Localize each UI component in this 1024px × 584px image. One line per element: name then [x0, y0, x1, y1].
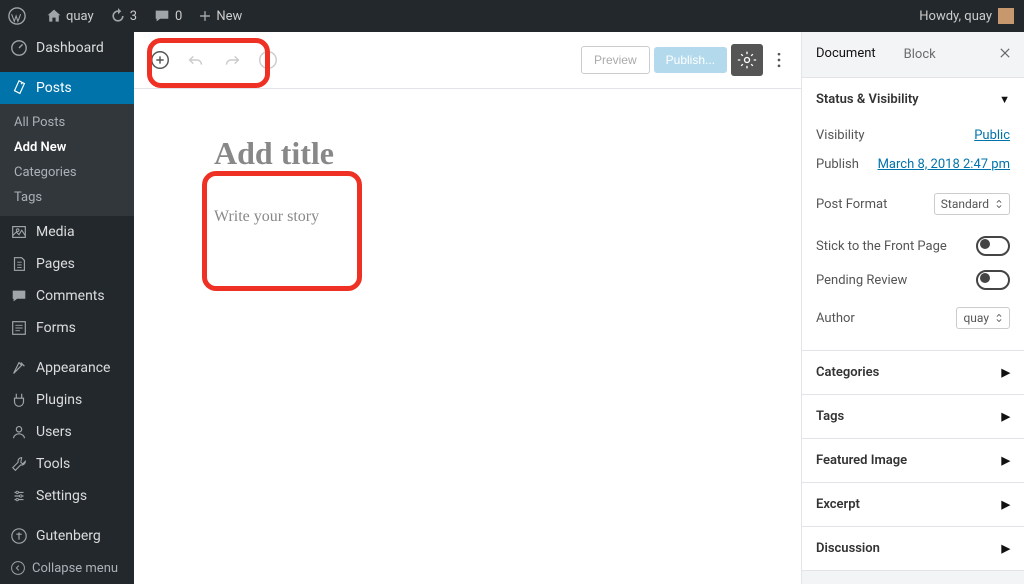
stick-front-toggle[interactable]	[976, 236, 1010, 256]
caret-right-icon: ▶	[1002, 542, 1010, 555]
posts-submenu: All Posts Add New Categories Tags	[0, 104, 134, 216]
menu-pages[interactable]: Pages	[0, 248, 134, 280]
add-block-button[interactable]	[144, 44, 176, 76]
admin-sidebar: Dashboard Posts All Posts Add New Catego…	[0, 32, 134, 584]
author-label: Author	[816, 311, 855, 326]
annotation-highlight-editor	[202, 171, 362, 291]
redo-button[interactable]	[216, 44, 248, 76]
submenu-tags[interactable]: Tags	[0, 185, 134, 210]
close-settings-button[interactable]	[986, 36, 1024, 74]
post-title-input[interactable]: Add title	[214, 129, 721, 178]
avatar	[998, 8, 1014, 24]
wp-logo[interactable]	[0, 0, 38, 32]
panel-head-categories[interactable]: Categories▶	[802, 351, 1024, 394]
new-content[interactable]: New	[190, 0, 250, 32]
menu-appearance[interactable]: Appearance	[0, 352, 134, 384]
settings-panel: Document Block Status & Visibility ▼ V	[801, 32, 1024, 584]
collapse-menu[interactable]: Collapse menu	[0, 552, 134, 584]
caret-right-icon: ▶	[1002, 498, 1010, 511]
editor-area: Preview Publish... Add title Write your …	[134, 32, 801, 584]
panel-head-featured-image[interactable]: Featured Image▶	[802, 439, 1024, 482]
info-button[interactable]	[252, 44, 284, 76]
post-format-label: Post Format	[816, 197, 887, 212]
comments-indicator[interactable]: 0	[145, 0, 190, 32]
menu-settings[interactable]: Settings	[0, 480, 134, 512]
menu-dashboard[interactable]: Dashboard	[0, 32, 134, 64]
admin-bar: quay 3 0 New Howdy, quay	[0, 0, 1024, 32]
publish-button[interactable]: Publish...	[654, 47, 727, 73]
menu-posts[interactable]: Posts	[0, 72, 134, 104]
caret-right-icon: ▶	[1002, 454, 1010, 467]
menu-media[interactable]: Media	[0, 216, 134, 248]
submenu-categories[interactable]: Categories	[0, 160, 134, 185]
tab-document[interactable]: Document	[802, 32, 890, 77]
updates[interactable]: 3	[102, 0, 145, 32]
caret-right-icon: ▶	[1002, 410, 1010, 423]
pending-review-toggle[interactable]	[976, 270, 1010, 290]
settings-toggle-button[interactable]	[731, 44, 763, 76]
panel-head-extended[interactable]: Extended Settings▶	[802, 571, 1024, 584]
submenu-add-new[interactable]: Add New	[0, 135, 134, 160]
menu-comments[interactable]: Comments	[0, 280, 134, 312]
post-format-select[interactable]: Standard	[934, 193, 1010, 215]
comments-count: 0	[175, 9, 182, 24]
panel-head-discussion[interactable]: Discussion▶	[802, 527, 1024, 570]
site-name-label: quay	[66, 9, 94, 24]
publish-label: Publish	[816, 157, 859, 172]
updates-count: 3	[130, 9, 137, 24]
howdy-text: Howdy, quay	[919, 9, 992, 24]
panel-status-visibility: Status & Visibility ▼ Visibility Public …	[802, 78, 1024, 351]
more-menu-button[interactable]	[767, 44, 791, 76]
menu-tools[interactable]: Tools	[0, 448, 134, 480]
undo-button[interactable]	[180, 44, 212, 76]
site-name[interactable]: quay	[38, 0, 102, 32]
preview-button[interactable]: Preview	[581, 46, 650, 74]
caret-right-icon: ▶	[1002, 366, 1010, 379]
visibility-label: Visibility	[816, 128, 865, 143]
menu-forms[interactable]: Forms	[0, 312, 134, 344]
stick-front-label: Stick to the Front Page	[816, 239, 947, 254]
menu-users[interactable]: Users	[0, 416, 134, 448]
publish-date-value[interactable]: March 8, 2018 2:47 pm	[878, 157, 1010, 172]
panel-head-excerpt[interactable]: Excerpt▶	[802, 483, 1024, 526]
menu-plugins[interactable]: Plugins	[0, 384, 134, 416]
editor-topbar: Preview Publish...	[134, 32, 801, 89]
author-select[interactable]: quay	[956, 307, 1010, 329]
pending-review-label: Pending Review	[816, 273, 907, 288]
visibility-value[interactable]: Public	[974, 128, 1010, 143]
caret-down-icon: ▼	[999, 93, 1010, 106]
new-label: New	[216, 9, 242, 24]
post-body-input[interactable]: Write your story	[214, 208, 721, 226]
tab-block[interactable]: Block	[890, 33, 950, 76]
menu-gutenberg[interactable]: Gutenberg	[0, 520, 134, 552]
howdy-account[interactable]: Howdy, quay	[911, 0, 1024, 32]
panel-head-status[interactable]: Status & Visibility ▼	[802, 78, 1024, 121]
panel-head-tags[interactable]: Tags▶	[802, 395, 1024, 438]
submenu-all-posts[interactable]: All Posts	[0, 110, 134, 135]
